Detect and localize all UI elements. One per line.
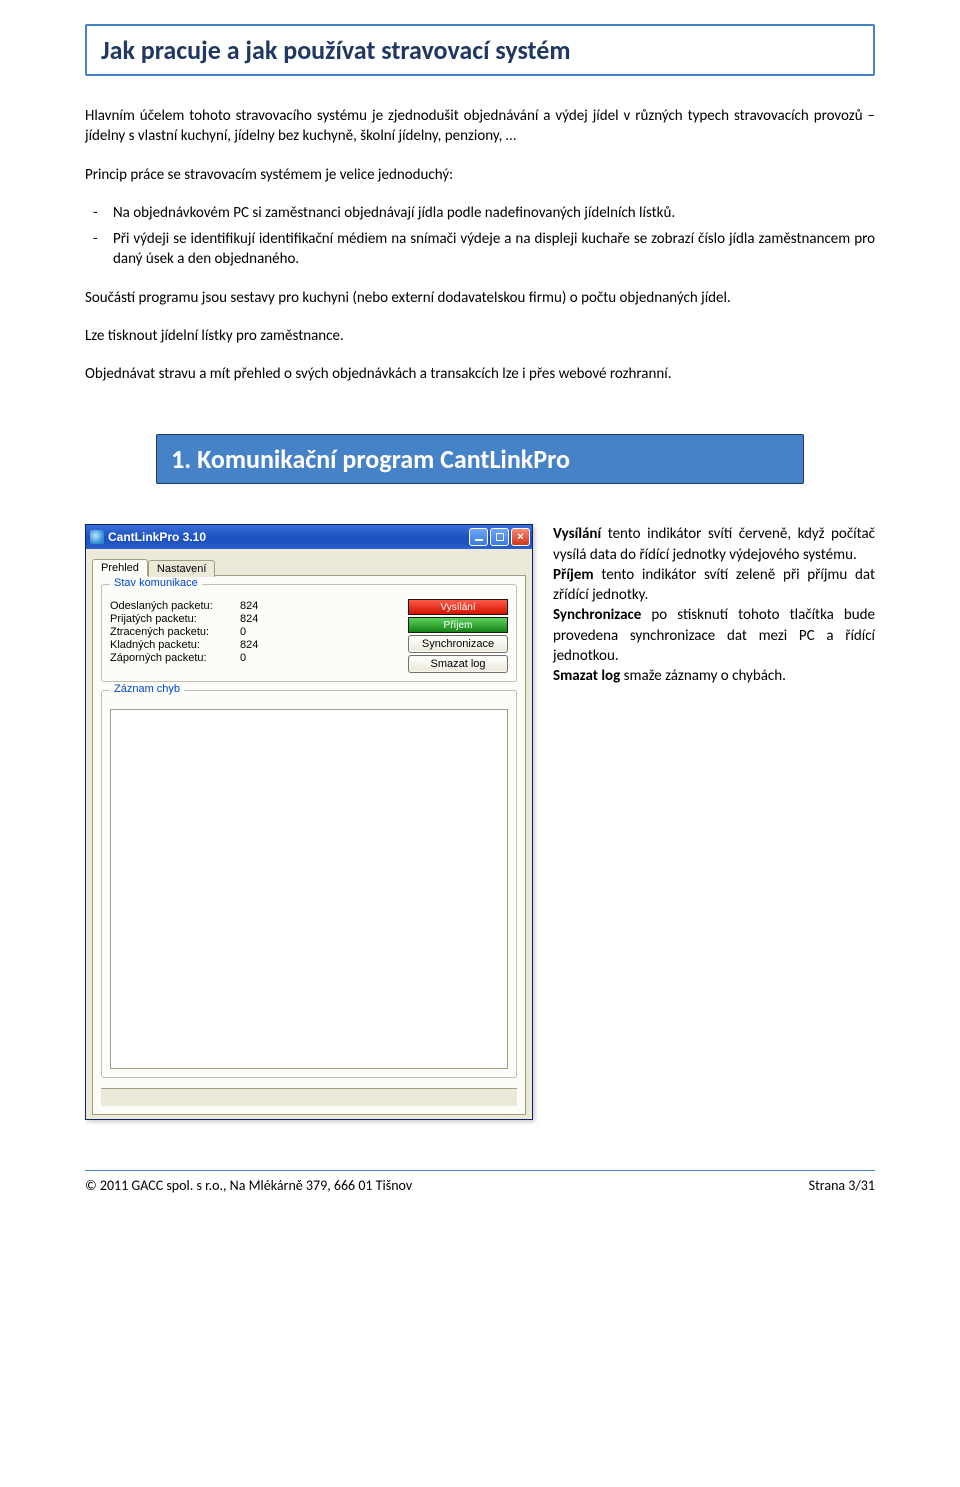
stats-column: Odeslaných packetu:824 Prijatých packetu… <box>110 599 408 665</box>
indicator-send: Vysílání <box>408 599 508 615</box>
error-log-area[interactable] <box>110 709 508 1069</box>
desc-text: smaže záznamy o chybách. <box>624 667 786 685</box>
tab-panel: Stav komunikace Odeslaných packetu:824 P… <box>92 575 526 1115</box>
tab-prehled[interactable]: Prehled <box>92 559 148 576</box>
stat-label: Prijatých packetu: <box>110 613 240 625</box>
indicator-receive: Příjem <box>408 617 508 633</box>
princip-paragraph: Princip práce se stravovacím systémem je… <box>85 165 875 185</box>
paragraph-web: Objednávat stravu a mít přehled o svých … <box>85 364 875 384</box>
stat-label: Ztracených packetu: <box>110 626 240 638</box>
sync-button[interactable]: Synchronizace <box>408 635 508 653</box>
stat-value: 0 <box>240 626 246 638</box>
maximize-button[interactable] <box>490 528 509 546</box>
paragraph-sestavy: Součástí programu jsou sestavy pro kuchy… <box>85 288 875 308</box>
desc-text: tento indikátor svítí zeleně při příjmu … <box>553 566 875 604</box>
footer-copyright: © 2011 GACC spol. s r.o., Na Mlékárně 37… <box>85 1177 412 1194</box>
groupbox-comm-status: Stav komunikace Odeslaných packetu:824 P… <box>101 584 517 682</box>
desc-text: tento indikátor svítí červeně, když počí… <box>553 525 875 563</box>
stat-value: 824 <box>240 613 258 625</box>
stat-value: 824 <box>240 600 258 612</box>
minimize-button[interactable] <box>469 528 488 546</box>
paragraph-tisk: Lze tisknout jídelní lístky pro zaměstna… <box>85 326 875 346</box>
intro-paragraph: Hlavním účelem tohoto stravovacího systé… <box>85 106 875 147</box>
window-title: CantLinkPro 3.10 <box>108 530 467 544</box>
desc-term-synchronizace: Synchronizace <box>553 606 641 624</box>
heading-main: Jak pracuje a jak používat stravovací sy… <box>85 24 875 76</box>
app-window: CantLinkPro 3.10 × Prehled Nastavení Sta… <box>85 524 533 1120</box>
principle-list: Na objednávkovém PC si zaměstnanci objed… <box>85 203 875 270</box>
groupbox-error-log: Záznam chyb <box>101 690 517 1078</box>
list-item: Na objednávkovém PC si zaměstnanci objed… <box>113 203 875 223</box>
desc-term-vysilani: Vysílání <box>553 525 601 543</box>
stat-label: Odeslaných packetu: <box>110 600 240 612</box>
groupbox-title: Záznam chyb <box>110 683 184 695</box>
close-button[interactable]: × <box>511 528 530 546</box>
page-footer: © 2011 GACC spol. s r.o., Na Mlékárně 37… <box>85 1170 875 1194</box>
description-column: Vysílání tento indikátor svítí červeně, … <box>553 524 875 686</box>
heading-section-1: 1. Komunikační program CantLinkPro <box>156 434 804 484</box>
stat-value: 0 <box>240 652 246 664</box>
clear-log-button[interactable]: Smazat log <box>408 655 508 673</box>
list-item: Při výdeji se identifikují identifikační… <box>113 229 875 270</box>
desc-term-smazat-log: Smazat log <box>553 667 620 685</box>
stat-value: 824 <box>240 639 258 651</box>
stat-label: Kladných packetu: <box>110 639 240 651</box>
app-icon <box>90 530 104 544</box>
desc-term-prijem: Příjem <box>553 566 594 584</box>
window-titlebar[interactable]: CantLinkPro 3.10 × <box>86 525 532 549</box>
footer-page-number: Strana 3/31 <box>809 1177 875 1194</box>
groupbox-title: Stav komunikace <box>110 577 202 589</box>
status-bar <box>101 1088 517 1106</box>
tab-strip: Prehled Nastavení <box>92 555 526 575</box>
tab-nastaveni[interactable]: Nastavení <box>148 560 216 577</box>
stat-label: Záporných packetu: <box>110 652 240 664</box>
